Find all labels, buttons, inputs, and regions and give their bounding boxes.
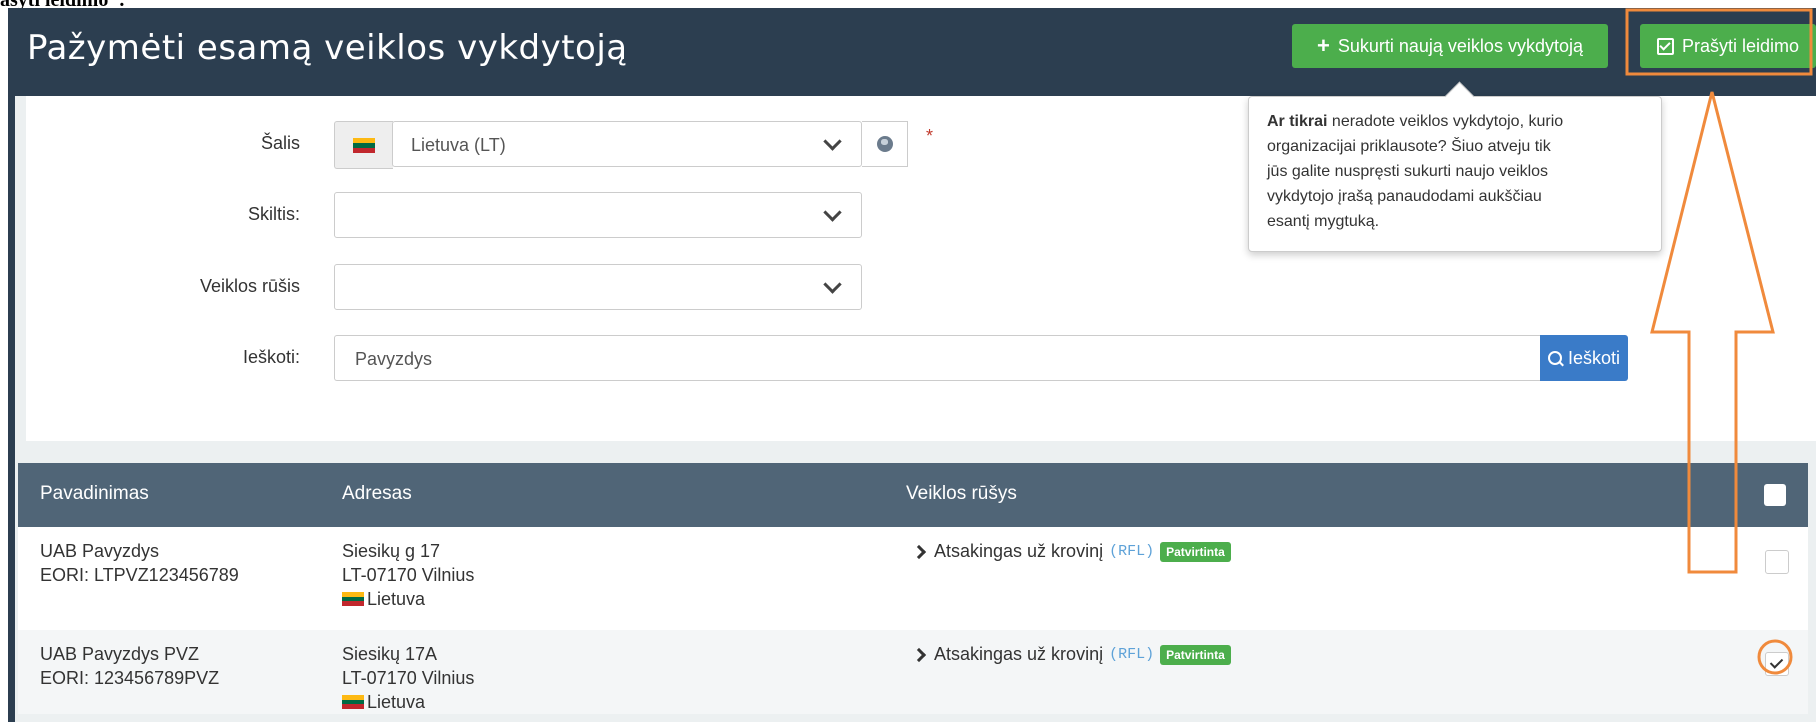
tooltip-line-4: vykdytojo įrašą panaudodami aukščiau [1267,188,1542,205]
globe-icon [876,136,893,152]
section-select[interactable] [334,192,862,238]
search-button[interactable]: Ieškoti [1540,335,1628,381]
tooltip-bold: Ar tikrai [1267,113,1328,130]
activity-code: (RFL) [1109,646,1155,663]
activity-cell[interactable]: Atsakingas už krovinį (RFL) Patvirtinta [911,541,1231,562]
check-square-icon [1656,37,1674,55]
tooltip-line-5: esantį mygtuką. [1267,213,1380,230]
country-select-value: Lietuva (LT) [411,135,506,155]
table-row[interactable]: UAB Pavyzdys PVZ EORI: 123456789PVZ Sies… [18,630,1808,714]
chevron-right-icon [911,544,927,559]
chevron-right-icon [911,647,927,662]
chevron-down-icon [823,203,842,222]
address-cell: Siesikų 17A LT-07170 Vilnius Lietuva [342,642,474,714]
country-flag-addon [334,121,393,169]
activity-cell[interactable]: Atsakingas už krovinį (RFL) Patvirtinta [911,644,1231,665]
lithuania-flag-icon [342,695,364,709]
tooltip-line-1: Ar tikrai neradote veiklos vykdytojo, ku… [1267,109,1643,134]
address-street: Siesikų g 17 [342,541,441,561]
operator-eori: EORI: LTPVZ123456789 [40,565,239,585]
create-operator-label: Sukurti naują veiklos vykdytoją [1337,35,1583,56]
tooltip-line-2: organizacijai priklausote? Šiuo atveju t… [1267,138,1551,155]
search-input[interactable] [353,348,1507,371]
select-all-checkbox[interactable] [1764,484,1786,506]
address-country-name: Lietuva [367,589,426,609]
info-tooltip: Ar tikrai neradote veiklos vykdytojo, ku… [1248,96,1662,252]
globe-button[interactable] [862,121,908,167]
address-city: LT-07170 Vilnius [342,565,475,585]
country-select[interactable]: Lietuva (LT) [392,121,862,167]
country-label: Šalis [260,133,300,153]
left-edge [8,8,15,722]
address-city: LT-07170 Vilnius [342,668,475,688]
operator-eori: EORI: 123456789PVZ [40,668,220,688]
operator-name: UAB Pavyzdys [40,541,160,561]
search-button-label: Ieškoti [1567,347,1621,368]
chevron-down-icon [823,132,842,151]
table-row[interactable]: UAB Pavyzdys EORI: LTPVZ123456789 Siesik… [18,527,1808,630]
plus-icon: + [1317,33,1330,58]
dialog-header: Pažymėti esamą veiklos vykdytoją + Sukur… [8,8,1816,96]
operator-name: UAB Pavyzdys PVZ [40,644,200,664]
status-badge: Patvirtinta [1160,541,1231,562]
search-label: Ieškoti: [242,347,300,367]
operator-name-cell: UAB Pavyzdys EORI: LTPVZ123456789 [40,539,239,587]
tooltip-line-3: jūs galite nuspręsti sukurti naujo veikl… [1267,163,1549,180]
page-title: Pažymėti esamą veiklos vykdytoją [27,28,628,68]
section-label: Skiltis: [247,204,300,224]
ask-permission-label: Prašyti leidimo [1681,35,1800,56]
status-badge: Patvirtinta [1160,644,1231,665]
ask-permission-button[interactable]: Prašyti leidimo [1640,24,1816,68]
activity-name: Atsakingas už krovinį [934,644,1104,664]
create-operator-button[interactable]: + Sukurti naują veiklos vykdytoją [1292,24,1608,68]
operator-name-cell: UAB Pavyzdys PVZ EORI: 123456789PVZ [40,642,219,690]
lithuania-flag-icon [342,592,364,606]
row-checkbox-checked[interactable] [1765,652,1789,676]
activity-type-select[interactable] [334,264,862,310]
address-street: Siesikų 17A [342,644,438,664]
row-checkbox[interactable] [1765,550,1789,574]
search-icon [1547,351,1562,365]
required-marker: * [926,126,934,146]
table-header-row: Pavadinimas Adresas Veiklos rūšys [18,463,1808,527]
lithuania-flag-icon [353,137,375,153]
address-country: Lietuva [342,690,474,714]
chevron-down-icon [823,275,842,294]
address-country-name: Lietuva [367,692,426,712]
tooltip-line-1-rest: neradote veiklos vykdytojo, kurio [1327,113,1564,130]
activity-code: (RFL) [1109,543,1155,560]
column-header-name: Pavadinimas [40,483,149,504]
address-cell: Siesikų g 17 LT-07170 Vilnius Lietuva [342,539,474,611]
activity-name: Atsakingas už krovinį [934,541,1104,561]
activity-type-label: Veiklos rūšis [199,276,300,296]
column-header-activity: Veiklos rūšys [906,483,1017,504]
search-field[interactable] [334,335,1540,381]
address-country: Lietuva [342,587,474,611]
column-header-address: Adresas [342,483,412,504]
